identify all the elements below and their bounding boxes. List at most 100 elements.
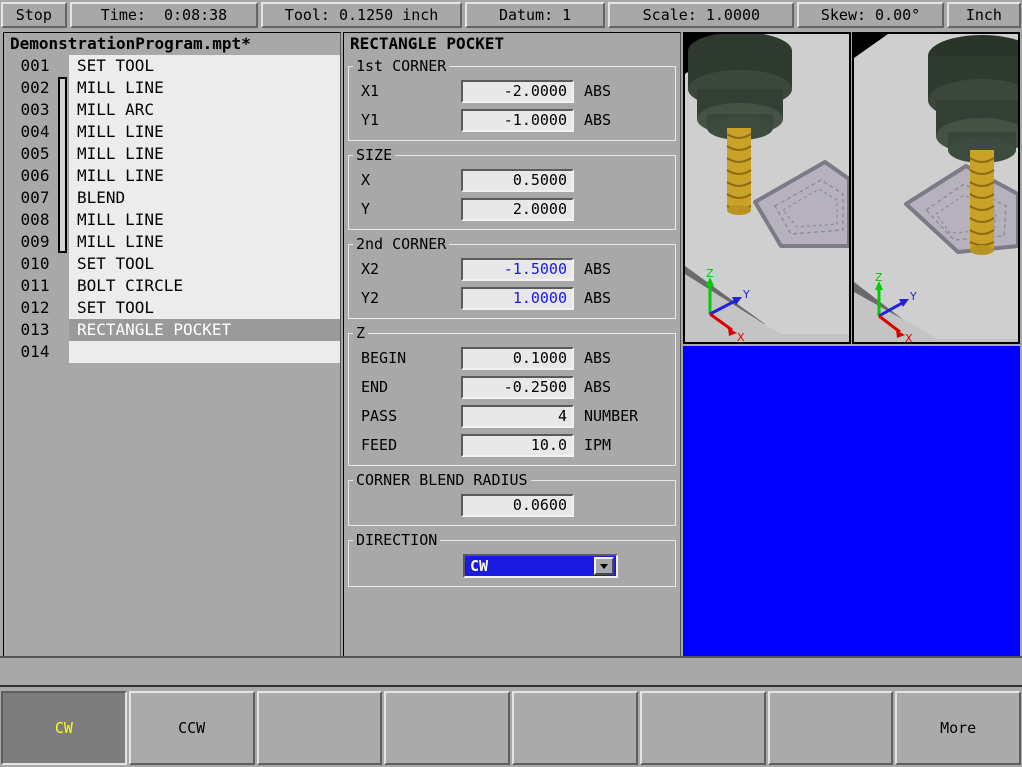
program-row-number: 008 bbox=[4, 209, 66, 231]
program-row[interactable]: 010 SET TOOL bbox=[4, 253, 340, 275]
status-scale-field: Scale: 1.0000 bbox=[608, 2, 795, 28]
program-row[interactable]: 012 SET TOOL bbox=[4, 297, 340, 319]
preview-view-1[interactable]: Z Y X bbox=[683, 32, 851, 344]
program-row-label: MILL LINE bbox=[69, 209, 340, 231]
softkey-empty-5[interactable] bbox=[512, 691, 638, 765]
softkey-ccw[interactable]: CCW bbox=[128, 691, 255, 765]
program-row-label: MILL LINE bbox=[69, 77, 340, 99]
program-filename: DemonstrationProgram.mpt* bbox=[4, 33, 340, 55]
softkey-empty-6[interactable] bbox=[639, 691, 766, 765]
field-row-corner-blend-radius: 0.0600 bbox=[353, 491, 671, 519]
program-row[interactable]: 013 RECTANGLE POCKET bbox=[4, 319, 340, 341]
group-legend-direction: DIRECTION bbox=[356, 531, 438, 549]
preview-render-1: Z Y X bbox=[685, 34, 849, 342]
program-row[interactable]: 005 MILL LINE bbox=[4, 143, 340, 165]
field-unit: IPM bbox=[584, 436, 612, 454]
field-row: BEGIN 0.1000 ABS bbox=[353, 344, 671, 372]
status-unit-field: Inch bbox=[946, 2, 1022, 28]
field-input[interactable]: 10.0 bbox=[461, 433, 574, 457]
field-row: X2 -1.5000 ABS bbox=[353, 255, 671, 283]
field-input[interactable]: -1.0000 bbox=[461, 108, 574, 132]
graphics-viewport[interactable] bbox=[683, 346, 1020, 657]
field-row: FEED 10.0 IPM bbox=[353, 431, 671, 459]
program-row-number: 013 bbox=[4, 319, 66, 341]
group-direction: DIRECTION CW bbox=[348, 531, 676, 587]
page-title: RECTANGLE POCKET bbox=[350, 34, 505, 53]
softkey-cw[interactable]: CW bbox=[1, 691, 127, 765]
softkey-empty-3[interactable] bbox=[256, 691, 383, 765]
softkey-empty-7[interactable] bbox=[767, 691, 894, 765]
program-row[interactable]: 007 BLEND bbox=[4, 187, 340, 209]
program-row-label: MILL LINE bbox=[69, 231, 340, 253]
program-row-number: 011 bbox=[4, 275, 66, 297]
softkey-bar: CW CCW More bbox=[0, 689, 1022, 767]
program-row[interactable]: 006 MILL LINE bbox=[4, 165, 340, 187]
program-row[interactable]: 011 BOLT CIRCLE bbox=[4, 275, 340, 297]
field-label: X1 bbox=[361, 82, 380, 100]
field-row: Y 2.0000 bbox=[353, 195, 671, 223]
program-row[interactable]: 002 MILL LINE bbox=[4, 77, 340, 99]
status-bar: Stop Time: 0:08:38 Tool: 0.1250 inch Dat… bbox=[0, 0, 1022, 30]
program-row-number: 009 bbox=[4, 231, 66, 253]
main-area: DemonstrationProgram.mpt* 001 SET TOOL 002… bbox=[0, 30, 1022, 657]
axis-label-x: X bbox=[905, 332, 913, 342]
program-row-label: BLEND bbox=[69, 187, 340, 209]
group-z: Z BEGIN 0.1000 ABS END -0.2500 ABS PASS 4 NUMBER F… bbox=[348, 324, 676, 466]
field-label: BEGIN bbox=[361, 349, 407, 367]
program-row[interactable]: 008 MILL LINE bbox=[4, 209, 340, 231]
corner-blend-radius-input[interactable]: 0.0600 bbox=[461, 493, 574, 517]
group-corner-blend-radius: CORNER BLEND RADIUS 0.0600 bbox=[348, 471, 676, 526]
field-input[interactable]: -2.0000 bbox=[461, 79, 574, 103]
group-2nd-corner: 2nd CORNER X2 -1.5000 ABS Y2 1.0000 ABS bbox=[348, 235, 676, 319]
field-input[interactable]: 0.5000 bbox=[461, 168, 574, 192]
preview-area: Z Y X Z Y X bbox=[683, 32, 1020, 657]
direction-dropdown[interactable]: CW bbox=[463, 554, 618, 578]
program-row[interactable]: 001 SET TOOL bbox=[4, 55, 340, 77]
field-input[interactable]: 4 bbox=[461, 404, 574, 428]
field-input[interactable]: 0.1000 bbox=[461, 346, 574, 370]
field-row: X 0.5000 bbox=[353, 166, 671, 194]
program-row-label: BOLT CIRCLE bbox=[69, 275, 340, 297]
program-row-number: 004 bbox=[4, 121, 66, 143]
field-label: Y1 bbox=[361, 111, 380, 129]
field-input[interactable]: 2.0000 bbox=[461, 197, 574, 221]
field-input[interactable]: -1.5000 bbox=[461, 257, 574, 281]
field-row: END -0.2500 ABS bbox=[353, 373, 671, 401]
axis-label-y: Y bbox=[909, 290, 917, 303]
parameter-panel: RECTANGLE POCKET 1st CORNER X1 -2.0000 ABS Y… bbox=[343, 32, 681, 657]
program-row-label: MILL LINE bbox=[69, 121, 340, 143]
field-label: X bbox=[361, 171, 371, 189]
group-legend: 2nd CORNER bbox=[356, 235, 447, 253]
program-row-number: 002 bbox=[4, 77, 66, 99]
program-row-label: MILL LINE bbox=[69, 165, 340, 187]
group-legend: 1st CORNER bbox=[356, 57, 447, 75]
axis-label-z: Z bbox=[706, 267, 714, 280]
program-list-panel: DemonstrationProgram.mpt* 001 SET TOOL 002… bbox=[3, 32, 341, 657]
softkey-empty-4[interactable] bbox=[384, 691, 510, 765]
preview-render-2: Z Y X bbox=[854, 34, 1018, 342]
field-label: PASS bbox=[361, 407, 398, 425]
program-row-label: SET TOOL bbox=[69, 55, 340, 77]
group-legend: SIZE bbox=[356, 146, 393, 164]
field-input[interactable]: -0.2500 bbox=[461, 375, 574, 399]
softkey-more[interactable]: More bbox=[895, 691, 1021, 765]
program-row-number: 012 bbox=[4, 297, 66, 319]
group-size: SIZE X 0.5000 Y 2.0000 bbox=[348, 146, 676, 230]
status-stop-button[interactable]: Stop bbox=[1, 2, 67, 28]
field-input[interactable]: 1.0000 bbox=[461, 286, 574, 310]
program-row[interactable]: 003 MILL ARC bbox=[4, 99, 340, 121]
program-row-number: 005 bbox=[4, 143, 66, 165]
status-skew-field: Skew: 0.00° bbox=[797, 2, 944, 28]
program-row[interactable]: 004 MILL LINE bbox=[4, 121, 340, 143]
program-rows-container[interactable]: 001 SET TOOL 002 MILL LINE 003 MILL ARC 004 MIL… bbox=[4, 55, 340, 656]
chevron-down-icon[interactable] bbox=[594, 557, 614, 575]
field-row: X1 -2.0000 ABS bbox=[353, 77, 671, 105]
group-legend-corner-blend-radius: CORNER BLEND RADIUS bbox=[356, 471, 528, 489]
field-row: PASS 4 NUMBER bbox=[353, 402, 671, 430]
program-row[interactable]: 014 bbox=[4, 341, 340, 363]
preview-view-2[interactable]: Z Y X bbox=[852, 32, 1020, 344]
field-unit: NUMBER bbox=[584, 407, 639, 425]
direction-selected-value: CW bbox=[470, 557, 489, 575]
field-unit: ABS bbox=[584, 82, 612, 100]
program-row[interactable]: 009 MILL LINE bbox=[4, 231, 340, 253]
